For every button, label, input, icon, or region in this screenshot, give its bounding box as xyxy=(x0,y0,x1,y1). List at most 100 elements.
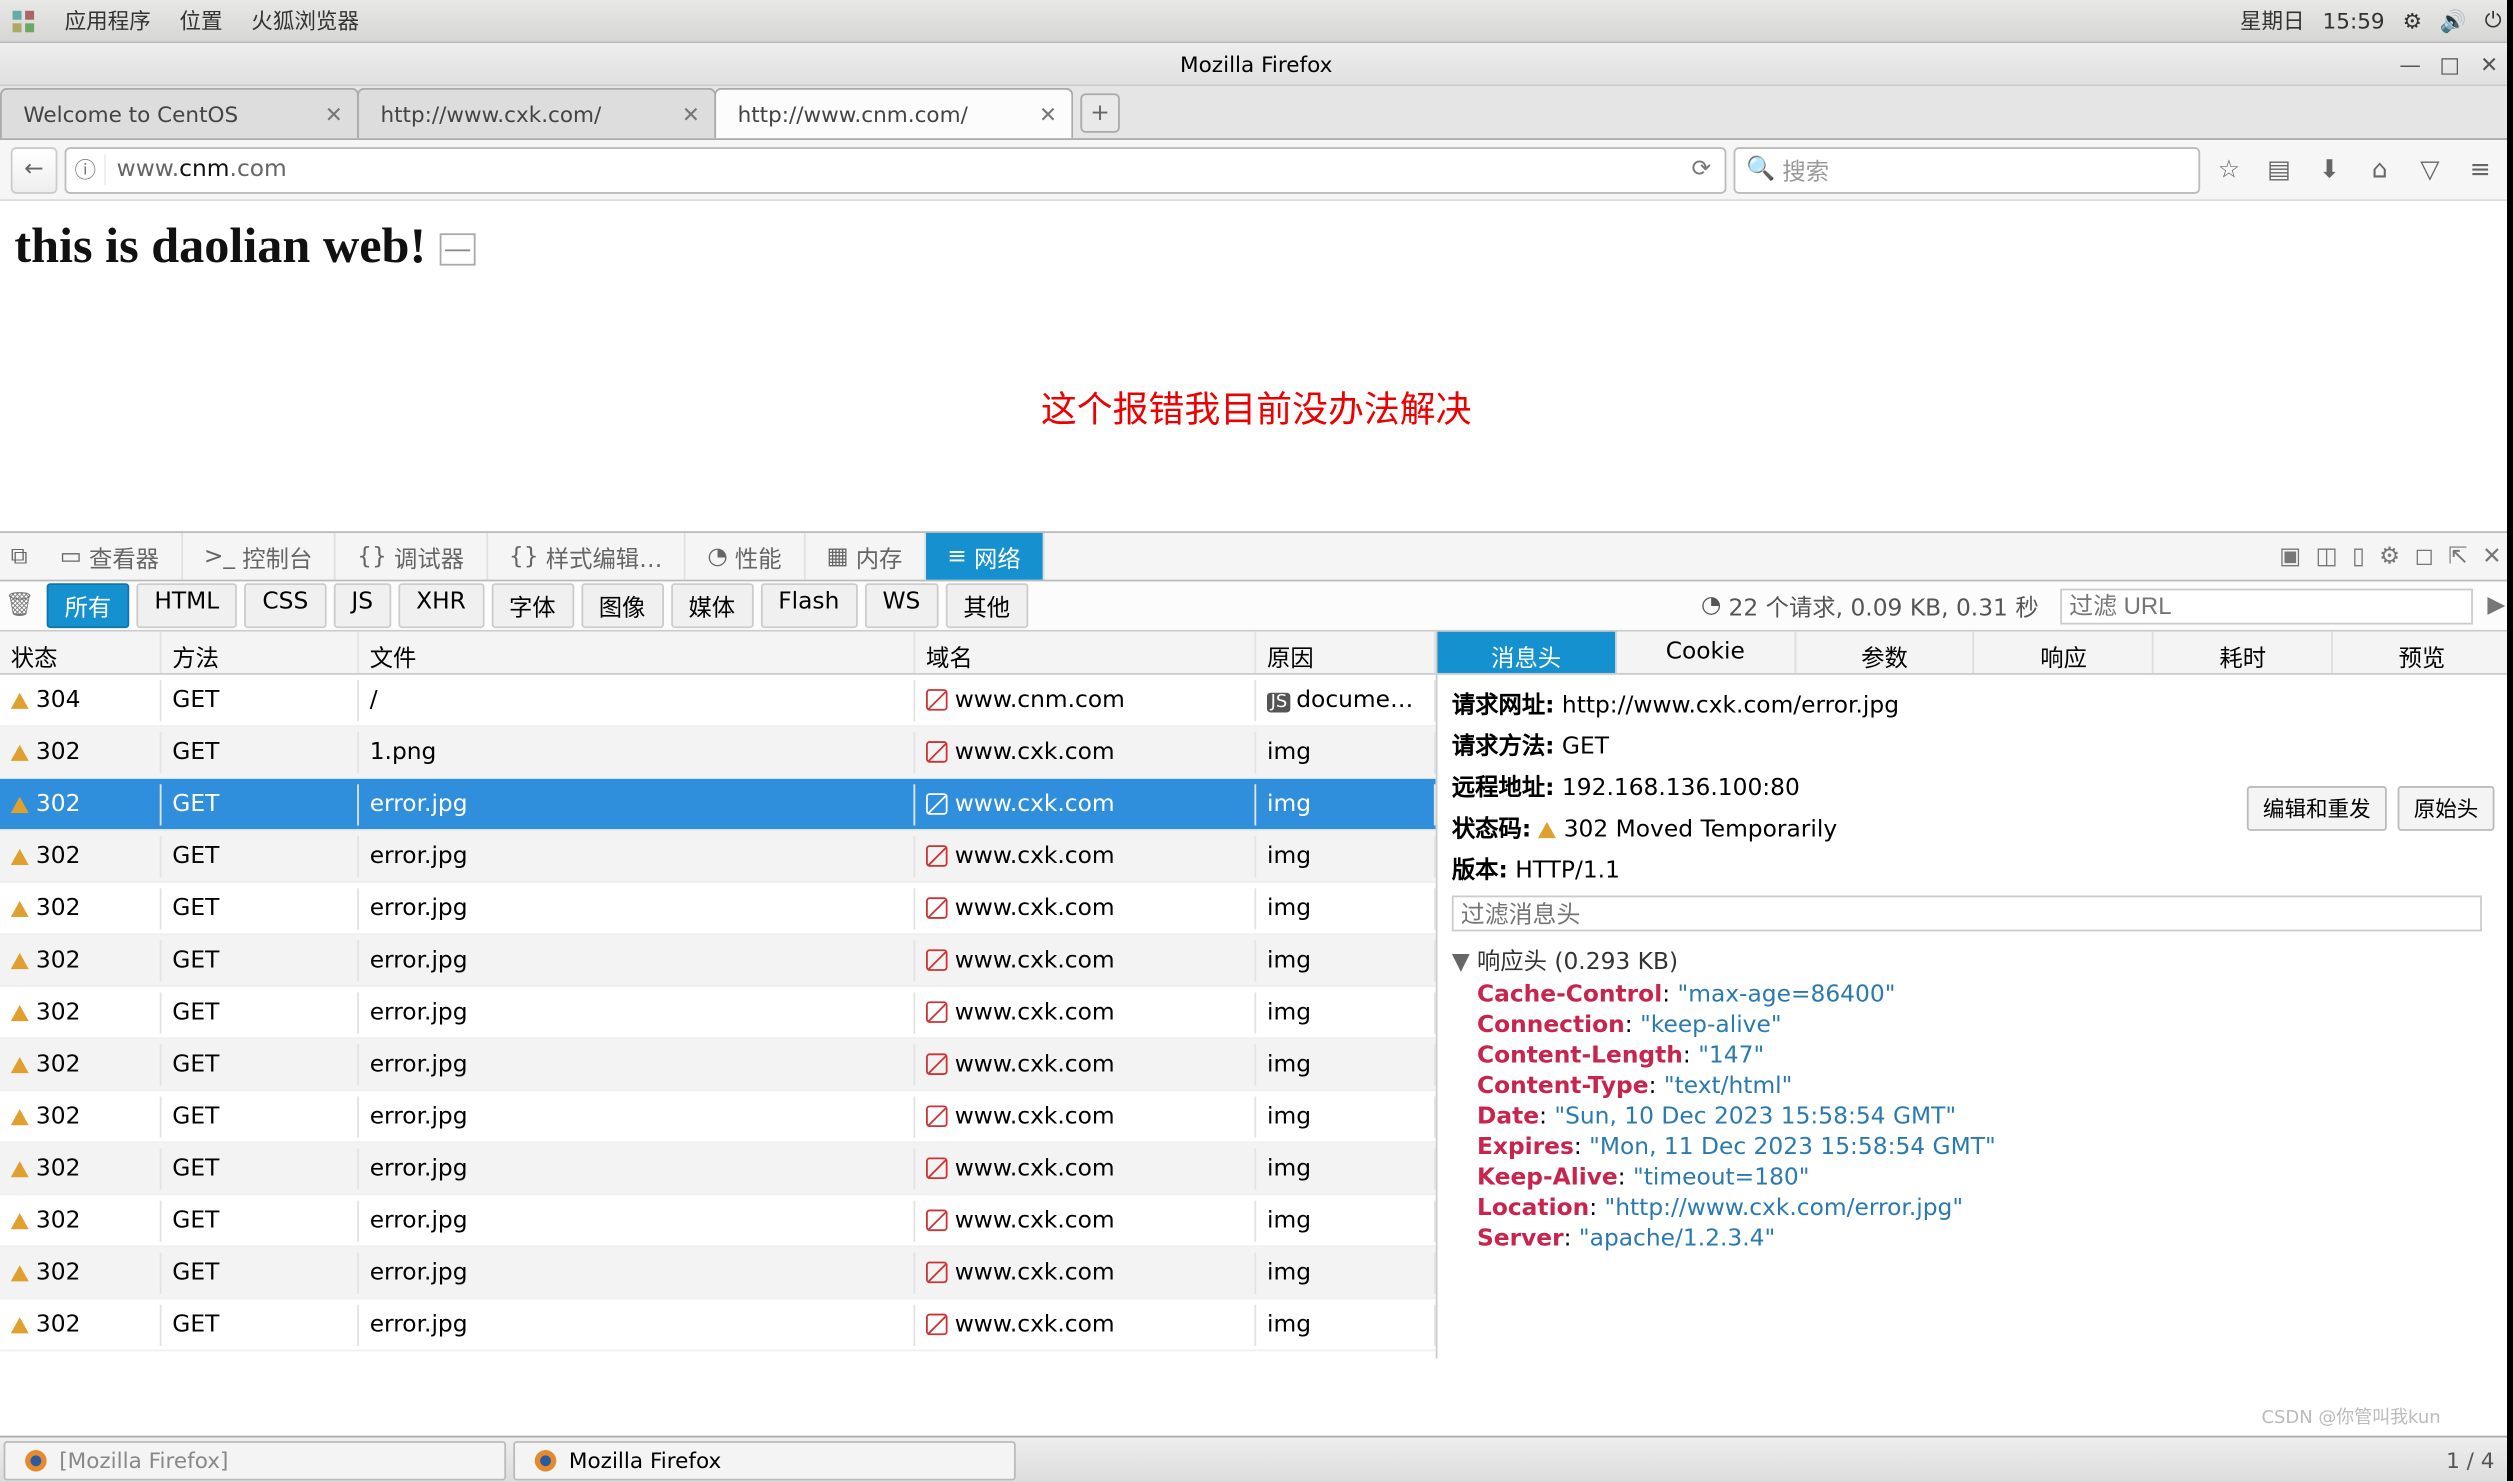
network-request-row[interactable]: 302GETerror.jpgwww.cxk.comimg xyxy=(0,779,1436,831)
menu-icon[interactable]: ≡ xyxy=(2459,148,2502,191)
menu-firefox[interactable]: 火狐浏览器 xyxy=(251,5,359,36)
network-filter-button[interactable]: JS xyxy=(333,583,391,628)
reload-button[interactable]: ⟳ xyxy=(1678,156,1725,183)
network-filter-button[interactable]: XHR xyxy=(398,583,484,628)
detail-tab[interactable]: Cookie xyxy=(1617,632,1796,673)
clock-time: 15:59 xyxy=(2323,8,2385,33)
page-content: this is daolian web! 这个报错我目前没办法解决 xyxy=(0,201,2512,531)
response-header-row: Content-Type: "text/html" xyxy=(1445,1071,2506,1102)
back-button[interactable]: ← xyxy=(11,146,58,193)
insecure-icon xyxy=(926,792,948,814)
network-filter-button[interactable]: 字体 xyxy=(491,583,574,628)
detail-tab[interactable]: 消息头 xyxy=(1437,632,1616,673)
network-request-row[interactable]: 302GETerror.jpgwww.cxk.comimg xyxy=(0,1143,1436,1195)
devtools-undock-icon[interactable]: ⇱ xyxy=(2448,543,2468,570)
browser-tab[interactable]: http://www.cnm.com/✕ xyxy=(714,88,1073,138)
network-request-row[interactable]: 302GETerror.jpgwww.cxk.comimg xyxy=(0,1247,1436,1299)
new-tab-button[interactable]: + xyxy=(1080,93,1119,132)
network-filter-button[interactable]: 图像 xyxy=(581,583,664,628)
network-filter-button[interactable]: 所有 xyxy=(47,583,130,628)
close-tab-icon[interactable]: ✕ xyxy=(667,101,699,126)
url-text[interactable]: www.cnm.com xyxy=(106,156,1678,183)
devtools-dock-icon[interactable]: ▣ xyxy=(2279,543,2301,570)
network-request-row[interactable]: 302GETerror.jpgwww.cxk.comimg xyxy=(0,1091,1436,1143)
menu-applications[interactable]: 应用程序 xyxy=(65,5,151,36)
detail-tab[interactable]: 响应 xyxy=(1975,632,2154,673)
network-icon[interactable]: ⚙ xyxy=(2403,8,2422,33)
network-filter-button[interactable]: Flash xyxy=(760,583,857,628)
network-request-row[interactable]: 302GETerror.jpgwww.cxk.comimg xyxy=(0,1039,1436,1091)
home-icon[interactable]: ⌂ xyxy=(2358,148,2401,191)
taskbar-item[interactable]: [Mozilla Firefox] xyxy=(4,1440,506,1479)
raw-headers-button[interactable]: 原始头 xyxy=(2398,786,2495,831)
col-status[interactable]: 状态 xyxy=(0,632,162,673)
network-filter-button[interactable]: 其他 xyxy=(945,583,1028,628)
devtools-responsive-icon[interactable]: ▯ xyxy=(2352,543,2365,570)
network-columns-header[interactable]: 状态 方法 文件 域名 原因 xyxy=(0,632,1436,675)
power-icon[interactable]: ⏻ xyxy=(2485,7,2502,34)
devtools-tab[interactable]: >_ 控制台 xyxy=(182,533,335,580)
warning-icon xyxy=(11,692,29,708)
search-field[interactable]: 🔍 搜索 xyxy=(1734,146,2201,193)
browser-tab[interactable]: http://www.cxk.com/✕ xyxy=(357,88,716,138)
site-identity-icon[interactable]: ⓘ xyxy=(66,154,105,185)
perf-icon[interactable]: ◔ xyxy=(1701,592,1721,619)
downloads-icon[interactable]: ⬇ xyxy=(2308,148,2351,191)
network-request-row[interactable]: 302GET1.pngwww.cxk.comimg xyxy=(0,727,1436,779)
minimize-button[interactable]: — xyxy=(2398,51,2423,76)
close-window-button[interactable]: ✕ xyxy=(2477,51,2502,76)
browser-tab[interactable]: Welcome to CentOS✕ xyxy=(0,88,359,138)
devtools-tab[interactable]: ◔ 性能 xyxy=(686,533,805,580)
warning-icon xyxy=(11,1056,29,1072)
network-filter-button[interactable]: WS xyxy=(865,583,939,628)
filter-url-input[interactable] xyxy=(2060,588,2473,624)
window-titlebar[interactable]: Mozilla Firefox — □ ✕ xyxy=(0,43,2512,86)
network-filter-button[interactable]: 媒体 xyxy=(671,583,754,628)
url-toolbar: ← ⓘ www.cnm.com ⟳ 🔍 搜索 ☆ ▤ ⬇ ⌂ ▽ ≡ xyxy=(0,140,2512,201)
http-version: 版本: HTTP/1.1 xyxy=(1445,847,2506,888)
network-request-row[interactable]: 302GETerror.jpgwww.cxk.comimg xyxy=(0,987,1436,1039)
devtools-pick-icon[interactable]: ⧉ xyxy=(0,533,38,580)
bookmark-star-icon[interactable]: ☆ xyxy=(2207,148,2250,191)
devtools-tab[interactable]: ▦ 内存 xyxy=(805,533,926,580)
taskbar-item[interactable]: Mozilla Firefox xyxy=(513,1440,1015,1479)
system-topbar: 应用程序 位置 火狐浏览器 星期日 15:59 ⚙ 🔊 ⏻ xyxy=(0,0,2512,43)
detail-tab[interactable]: 耗时 xyxy=(2154,632,2333,673)
col-file[interactable]: 文件 xyxy=(359,632,915,673)
filter-headers-input[interactable] xyxy=(1452,896,2482,932)
response-headers-section[interactable]: ▼响应头 (0.293 KB) xyxy=(1445,939,2506,980)
network-request-row[interactable]: 302GETerror.jpgwww.cxk.comimg xyxy=(0,831,1436,883)
network-request-row[interactable]: 302GETerror.jpgwww.cxk.comimg xyxy=(0,1195,1436,1247)
col-method[interactable]: 方法 xyxy=(162,632,359,673)
network-request-row[interactable]: 302GETerror.jpgwww.cxk.comimg xyxy=(0,883,1436,935)
network-request-row[interactable]: 302GETerror.jpgwww.cxk.comimg xyxy=(0,1299,1436,1351)
detail-tab[interactable]: 参数 xyxy=(1796,632,1975,673)
network-filter-button[interactable]: HTML xyxy=(136,583,237,628)
maximize-button[interactable]: □ xyxy=(2437,51,2462,76)
sidebar-icon[interactable]: ▤ xyxy=(2258,148,2301,191)
detail-tab[interactable]: 预览 xyxy=(2333,632,2512,673)
volume-icon[interactable]: 🔊 xyxy=(2440,8,2467,33)
network-request-row[interactable]: 304GET/www.cnm.comJSdocume… xyxy=(0,675,1436,727)
devtools-close-icon[interactable]: ✕ xyxy=(2482,543,2502,570)
devtools-split-icon[interactable]: ◫ xyxy=(2316,543,2338,570)
devtools-popout-icon[interactable]: ◻ xyxy=(2414,543,2433,570)
devtools-settings-icon[interactable]: ⚙ xyxy=(2379,543,2400,570)
devtools-tab[interactable]: {} 调试器 xyxy=(336,533,488,580)
devtools-tab[interactable]: ▭ 查看器 xyxy=(38,533,182,580)
devtools-tab[interactable]: ≡ 网络 xyxy=(926,533,1044,580)
insecure-icon xyxy=(926,740,948,762)
close-tab-icon[interactable]: ✕ xyxy=(310,101,342,126)
network-request-row[interactable]: 302GETerror.jpgwww.cxk.comimg xyxy=(0,935,1436,987)
network-filter-button[interactable]: CSS xyxy=(244,583,326,628)
col-domain[interactable]: 域名 xyxy=(915,632,1256,673)
clear-requests-icon[interactable]: 🗑 xyxy=(0,592,39,619)
col-reason[interactable]: 原因 xyxy=(1256,632,1435,673)
url-field[interactable]: ⓘ www.cnm.com ⟳ xyxy=(65,146,1727,193)
menu-places[interactable]: 位置 xyxy=(179,5,222,36)
activities-icon xyxy=(11,8,36,34)
edit-resend-button[interactable]: 编辑和重发 xyxy=(2247,786,2387,831)
pocket-icon[interactable]: ▽ xyxy=(2408,148,2451,191)
close-tab-icon[interactable]: ✕ xyxy=(1025,101,1057,126)
devtools-tab[interactable]: {} 样式编辑… xyxy=(487,533,685,580)
